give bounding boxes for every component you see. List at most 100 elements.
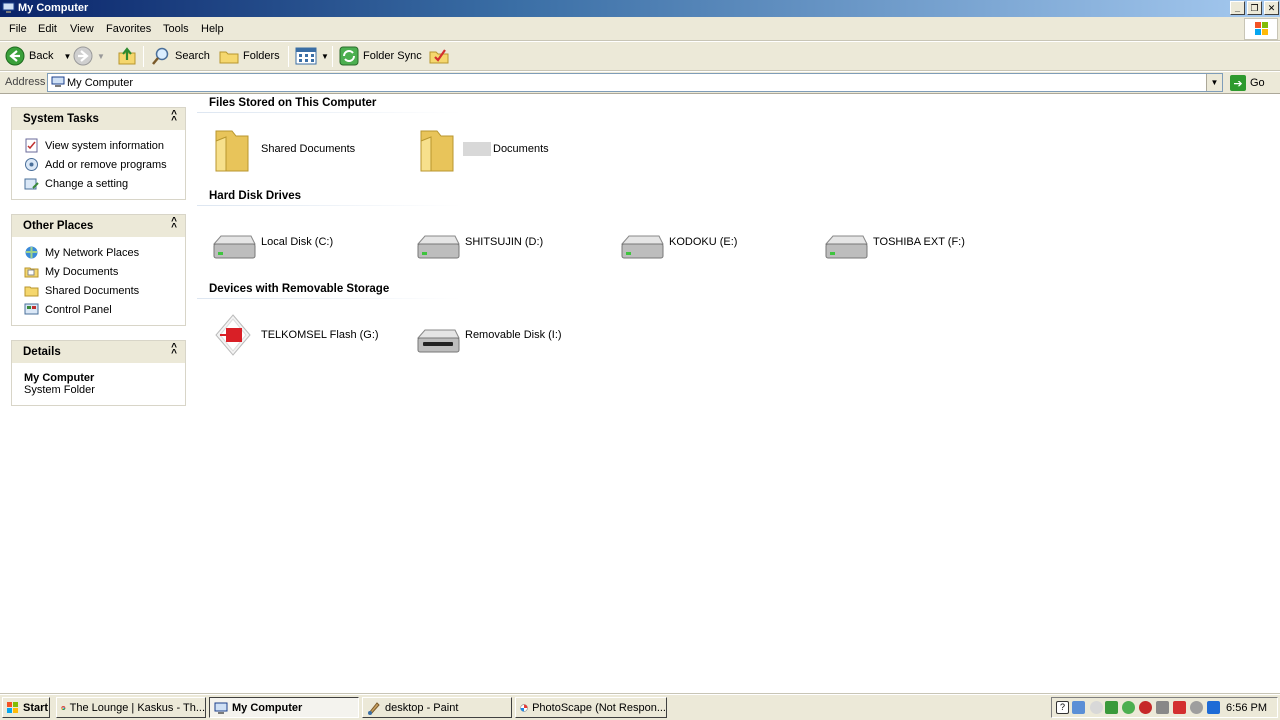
my-computer-icon (2, 2, 15, 13)
search-icon (152, 47, 169, 65)
start-label: Start (23, 701, 49, 714)
other-places-header[interactable]: Other Places ^ ^ (12, 215, 185, 237)
task-label: desktop - Paint (385, 701, 459, 714)
item-label: Documents (493, 143, 549, 155)
taskbar: Start The Lounge | Kaskus - Th... My Com… (0, 694, 1280, 720)
control-panel-icon (24, 178, 39, 190)
photoscape-icon (520, 703, 528, 712)
folder-sync-label: Folder Sync (363, 50, 422, 62)
clock[interactable]: 6:56 PM (1226, 702, 1267, 714)
place-label: My Network Places (45, 246, 140, 259)
collapse-chevron-icon[interactable]: ^ ^ (171, 217, 177, 233)
shared-folder-icon (24, 286, 39, 297)
files-stored-heading: Files Stored on This Computer (209, 97, 377, 109)
security-shield-icon[interactable] (1139, 701, 1152, 714)
place-my-network-places[interactable]: My Network Places (12, 243, 185, 262)
shared-documents-item[interactable]: Shared Documents (212, 126, 402, 174)
back-label: Back (29, 50, 54, 62)
help-icon[interactable]: ? (1056, 701, 1069, 714)
chrome-icon (61, 705, 66, 710)
address-input[interactable]: My Computer ▼ (47, 73, 1223, 92)
forward-dropdown-icon[interactable]: ▼ (97, 52, 105, 61)
forward-button[interactable]: ▼ (73, 45, 105, 67)
task-button-photoscape[interactable]: PhotoScape (Not Respon... (515, 697, 667, 718)
group-divider (197, 298, 462, 299)
back-arrow-icon (5, 46, 25, 66)
documents-item[interactable]: Documents (417, 126, 607, 174)
collapse-chevron-icon[interactable]: ^ ^ (171, 343, 177, 359)
removable-heading: Devices with Removable Storage (209, 283, 390, 295)
task-label: Change a setting (45, 177, 129, 190)
back-button[interactable]: Back ▼ (5, 45, 71, 67)
menu-edit[interactable]: Edit (38, 23, 57, 35)
address-bar: Address My Computer ▼ ➔ Go (0, 72, 1280, 94)
task-button-paint[interactable]: desktop - Paint (362, 697, 512, 718)
address-value: My Computer (67, 77, 134, 89)
up-folder-button[interactable] (117, 45, 137, 67)
search-button[interactable]: Search (151, 45, 210, 67)
toshiba-ext-f-item[interactable]: TOSHIBA EXT (F:) (823, 230, 1013, 264)
task-button-browser[interactable]: The Lounge | Kaskus - Th... (56, 697, 206, 718)
volume-icon[interactable] (1156, 701, 1169, 714)
antivirus-icon[interactable] (1122, 701, 1135, 714)
tray-utility-icon[interactable] (1190, 701, 1203, 714)
task-label: PhotoScape (Not Respon... (532, 701, 666, 714)
collapse-chevron-icon[interactable]: ^ ^ (171, 110, 177, 126)
views-button[interactable]: ▼ (295, 45, 329, 67)
views-icon (295, 47, 317, 65)
close-button[interactable]: ✕ (1264, 1, 1279, 15)
minimize-button[interactable]: _ (1230, 1, 1245, 15)
bluetooth-icon[interactable] (1207, 701, 1220, 714)
pdf-icon[interactable] (1173, 701, 1186, 714)
task-view-system-information[interactable]: View system information (12, 136, 185, 155)
folders-button[interactable]: Folders (219, 45, 280, 67)
favorites-tool-button[interactable] (429, 45, 449, 67)
item-label: SHITSUJIN (D:) (465, 236, 544, 248)
place-my-documents[interactable]: My Documents (12, 262, 185, 281)
tray-app-icon[interactable] (1105, 701, 1118, 714)
restore-button[interactable]: ❐ (1247, 1, 1262, 15)
menu-tools[interactable]: Tools (163, 23, 189, 35)
system-tasks-header[interactable]: System Tasks ^ ^ (12, 108, 185, 130)
address-label: Address (5, 76, 46, 88)
start-button[interactable]: Start (2, 697, 50, 718)
menu-help[interactable]: Help (201, 23, 224, 35)
system-tasks-panel: System Tasks ^ ^ View system information … (11, 107, 186, 200)
menu-file[interactable]: File (9, 23, 27, 35)
kodoku-e-item[interactable]: KODOKU (E:) (619, 230, 809, 264)
title-bar[interactable]: My Computer _ ❐ ✕ (0, 0, 1280, 17)
task-button-my-computer[interactable]: My Computer (209, 697, 359, 718)
details-header[interactable]: Details ^ ^ (12, 341, 185, 363)
windows-flag-icon (1255, 22, 1268, 35)
back-dropdown-icon[interactable]: ▼ (63, 52, 71, 61)
views-dropdown-icon[interactable]: ▼ (321, 52, 329, 61)
network-places-icon (25, 246, 38, 259)
safely-remove-icon[interactable] (1090, 701, 1103, 714)
windows-flag-icon (7, 702, 18, 713)
place-label: My Documents (45, 265, 119, 278)
folder-sync-button[interactable]: Folder Sync (339, 45, 422, 67)
my-computer-icon (51, 76, 65, 87)
removable-disk-i-item[interactable]: Removable Disk (I:) (415, 323, 605, 357)
task-label: View system information (45, 139, 165, 152)
place-control-panel[interactable]: Control Panel (12, 300, 185, 319)
hard-drive-icon (824, 235, 868, 259)
menu-bar: File Edit View Favorites Tools Help (0, 17, 1280, 41)
task-add-remove-programs[interactable]: Add or remove programs (12, 155, 185, 174)
task-label: My Computer (232, 701, 303, 714)
task-change-setting[interactable]: Change a setting (12, 174, 185, 193)
system-tray: ? 6:56 PM (1051, 697, 1278, 718)
other-places-panel: Other Places ^ ^ My Network Places My Doc… (11, 214, 186, 326)
paint-icon (368, 701, 380, 715)
address-dropdown-button[interactable]: ▼ (1206, 74, 1222, 91)
task-label: The Lounge | Kaskus - Th... (69, 701, 205, 714)
shitsujin-d-item[interactable]: SHITSUJIN (D:) (415, 230, 605, 264)
network-icon[interactable] (1072, 701, 1085, 714)
item-label: TELKOMSEL Flash (G:) (261, 329, 379, 341)
go-button[interactable]: ➔ Go (1230, 75, 1265, 91)
menu-favorites[interactable]: Favorites (106, 23, 151, 35)
place-shared-documents[interactable]: Shared Documents (12, 281, 185, 300)
local-disk-c-item[interactable]: Local Disk (C:) (211, 230, 401, 264)
telkomsel-flash-g-item[interactable]: TELKOMSEL Flash (G:) (210, 313, 400, 357)
menu-view[interactable]: View (70, 23, 94, 35)
